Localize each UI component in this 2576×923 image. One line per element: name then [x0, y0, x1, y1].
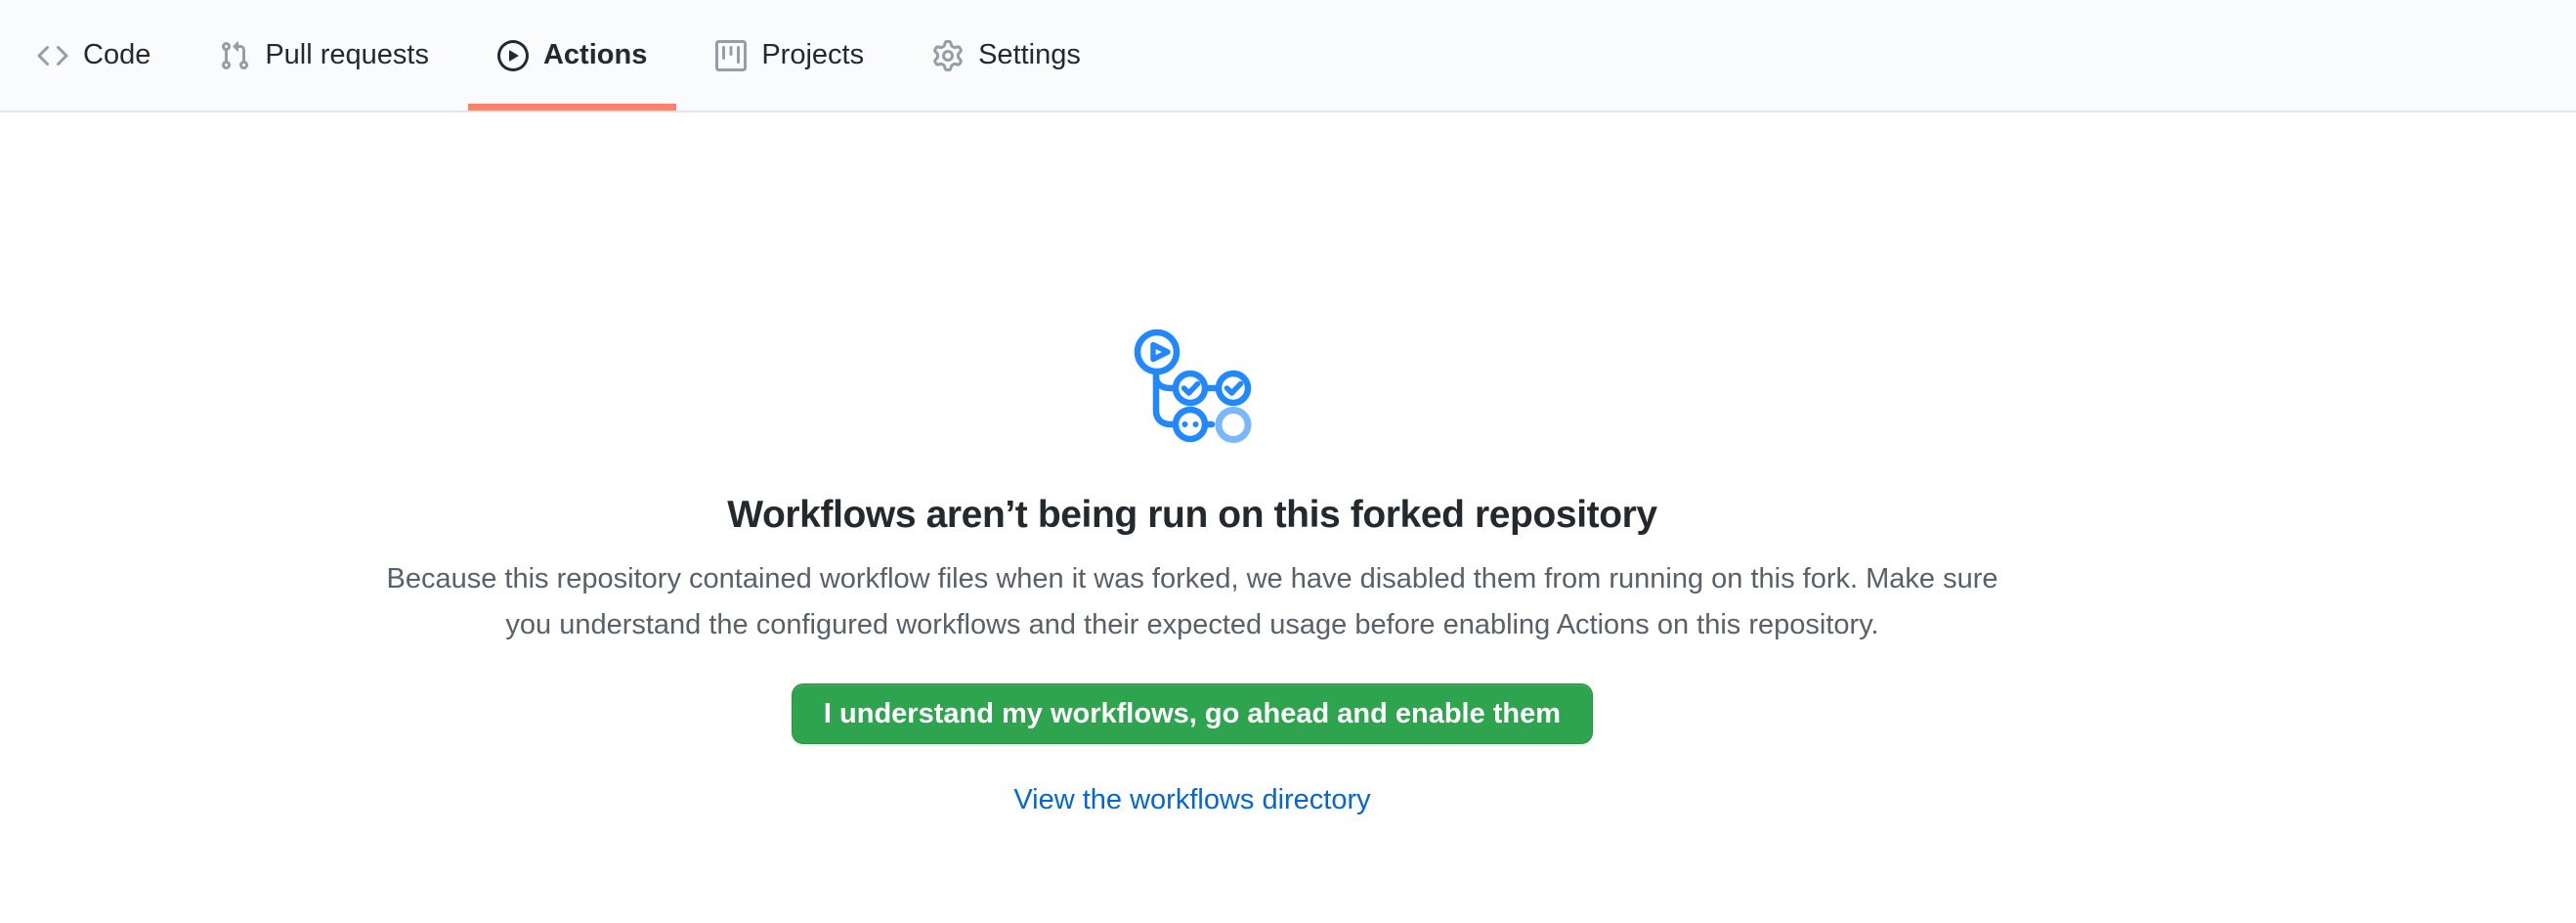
gear-icon: [932, 40, 964, 71]
enable-workflows-button[interactable]: I understand my workflows, go ahead and …: [792, 683, 1593, 744]
tab-settings[interactable]: Settings: [903, 0, 1110, 110]
tab-settings-label: Settings: [978, 41, 1081, 69]
workflow-graph-icon: [381, 326, 2003, 448]
tab-projects-label: Projects: [761, 41, 864, 69]
tab-actions[interactable]: Actions: [468, 0, 676, 110]
tab-pull-requests-label: Pull requests: [265, 41, 429, 69]
git-pull-request-icon: [219, 40, 250, 71]
tab-actions-label: Actions: [543, 41, 647, 69]
blankslate: Workflows aren’t being run on this forke…: [381, 112, 2003, 816]
tab-projects[interactable]: Projects: [686, 0, 893, 110]
repo-tab-nav: Code Pull requests Actions Projects Sett…: [0, 0, 2576, 112]
tab-pull-requests[interactable]: Pull requests: [190, 0, 458, 110]
tab-code[interactable]: Code: [8, 0, 180, 110]
project-icon: [715, 40, 747, 71]
view-workflows-directory-link[interactable]: View the workflows directory: [1013, 784, 1370, 815]
actions-disabled-page: Workflows aren’t being run on this forke…: [0, 112, 2576, 816]
tab-code-label: Code: [83, 41, 150, 69]
code-icon: [37, 40, 68, 71]
page-title: Workflows aren’t being run on this forke…: [381, 491, 2003, 540]
workflows-disabled-description: Because this repository contained workfl…: [381, 556, 2003, 648]
play-icon: [497, 40, 529, 71]
link-row: View the workflows directory: [381, 784, 2003, 816]
